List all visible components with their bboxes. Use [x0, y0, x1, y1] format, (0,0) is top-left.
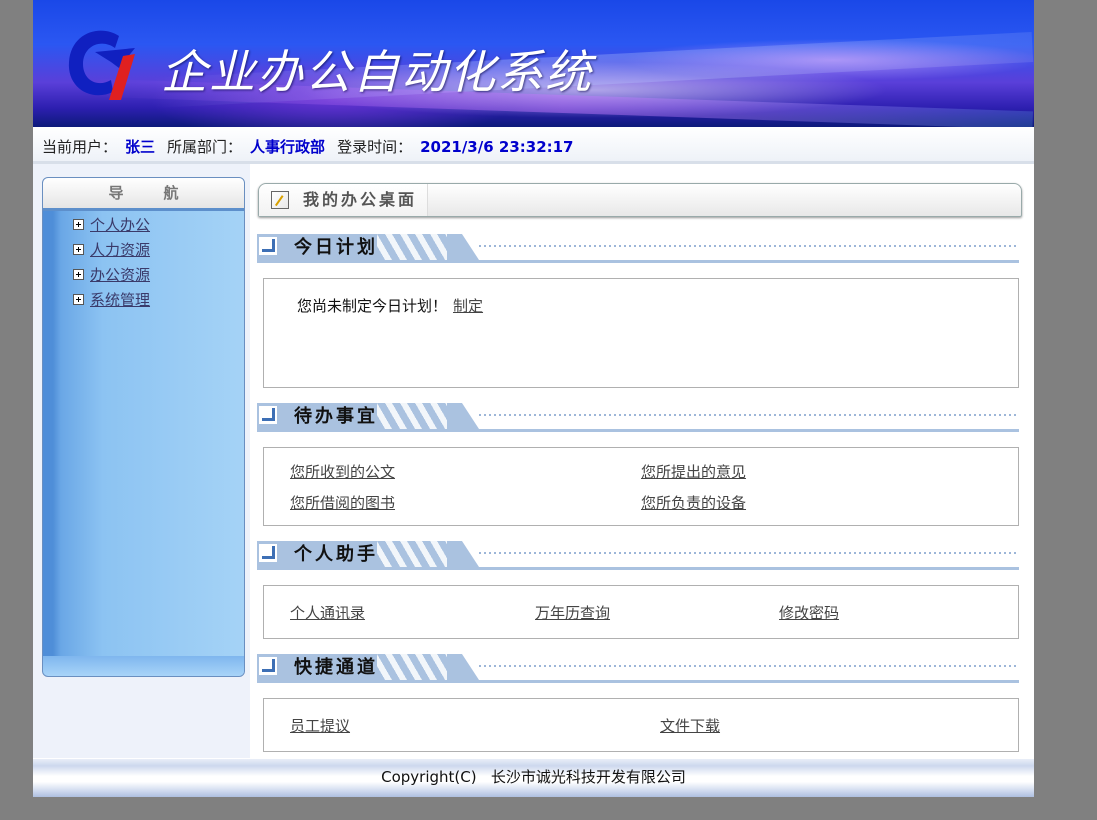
nav-item-human-resources[interactable]: 人力资源: [73, 238, 244, 263]
expand-plus-icon[interactable]: [73, 244, 84, 255]
department-value: 人事行政部: [250, 138, 326, 156]
section-title: 个人助手: [294, 544, 378, 565]
section-title: 今日计划: [294, 237, 378, 258]
section-stripes: [377, 654, 447, 680]
plan-message-text: 您尚未制定今日计划！: [297, 297, 448, 315]
expand-plus-icon[interactable]: [73, 269, 84, 280]
arrow-down-right-icon: [259, 544, 277, 562]
section-header-today-plan: 今日计划: [257, 234, 1019, 264]
arrow-down-right-icon: [259, 237, 277, 255]
page: 企业办公自动化系统 当前用户： 张三 所属部门： 人事行政部 登录时间： 2021/3/6…: [33, 0, 1034, 797]
borrowed-books-link[interactable]: 您所借阅的图书: [290, 492, 395, 513]
nav-link[interactable]: 系统管理: [90, 291, 150, 309]
dotted-line: [479, 414, 1019, 416]
nav-footer: [43, 656, 244, 676]
main-panel: 我的办公桌面 今日计划 您尚未制定今日计划！ 制定 待办事宜 您所收到的公文 您…: [250, 164, 1034, 758]
content-area: 导航 个人办公 人力资源 办公资源 系统管理 我的办公桌面 今日计划 您尚未制定…: [33, 164, 1034, 758]
edit-pencil-icon: [271, 191, 289, 209]
nav-link[interactable]: 办公资源: [90, 266, 150, 284]
current-user-value: 张三: [125, 138, 156, 156]
dotted-line: [479, 665, 1019, 667]
left-column: 导航 个人办公 人力资源 办公资源 系统管理: [33, 164, 250, 758]
todo-box: 您所收到的公文 您所提出的意见 您所借阅的图书 您所负责的设备: [263, 447, 1019, 526]
nav-item-office-resources[interactable]: 办公资源: [73, 263, 244, 288]
section-title: 快捷通道: [294, 657, 378, 678]
plan-message: 您尚未制定今日计划！ 制定: [297, 295, 483, 316]
nav-list: 个人办公 人力资源 办公资源 系统管理: [43, 211, 244, 313]
navigation-panel: 导航 个人办公 人力资源 办公资源 系统管理: [42, 177, 245, 677]
tab-my-desktop[interactable]: 我的办公桌面: [259, 184, 428, 216]
section-stripes: [377, 234, 447, 260]
section-header-assistant: 个人助手: [257, 541, 1019, 571]
section-underline: [257, 680, 1019, 683]
nav-link[interactable]: 人力资源: [90, 241, 150, 259]
dotted-line: [479, 552, 1019, 554]
file-download-link[interactable]: 文件下载: [660, 715, 720, 736]
employee-suggestion-link[interactable]: 员工提议: [290, 715, 350, 736]
dotted-line: [479, 245, 1019, 247]
department-label: 所属部门：: [167, 138, 243, 156]
section-underline: [257, 567, 1019, 570]
nav-title: 导航: [43, 178, 244, 211]
expand-plus-icon[interactable]: [73, 294, 84, 305]
nav-item-personal-office[interactable]: 个人办公: [73, 213, 244, 238]
section-header-todo: 待办事宜: [257, 403, 1019, 433]
nav-item-system-management[interactable]: 系统管理: [73, 288, 244, 313]
current-user-label: 当前用户：: [42, 138, 118, 156]
section-underline: [257, 260, 1019, 263]
received-documents-link[interactable]: 您所收到的公文: [290, 461, 395, 482]
section-title: 待办事宜: [294, 406, 378, 427]
nav-link[interactable]: 个人办公: [90, 216, 150, 234]
section-underline: [257, 429, 1019, 432]
login-time-label: 登录时间：: [337, 138, 413, 156]
user-info-bar: 当前用户： 张三 所属部门： 人事行政部 登录时间： 2021/3/6 23:32:17: [33, 127, 1034, 164]
section-stripes: [377, 541, 447, 567]
make-plan-link[interactable]: 制定: [453, 297, 483, 315]
section-header-shortcut: 快捷通道: [257, 654, 1019, 684]
assistant-box: 个人通讯录 万年历查询 修改密码: [263, 585, 1019, 639]
calendar-query-link[interactable]: 万年历查询: [535, 602, 610, 623]
shortcut-box: 员工提议 文件下载: [263, 698, 1019, 752]
address-book-link[interactable]: 个人通讯录: [290, 602, 365, 623]
company-logo-icon: [68, 30, 135, 100]
tab-label: 我的办公桌面: [303, 190, 418, 209]
login-time-value: 2021/3/6 23:32:17: [420, 138, 574, 156]
change-password-link[interactable]: 修改密码: [779, 602, 839, 623]
section-stripes: [377, 403, 447, 429]
arrow-down-right-icon: [259, 406, 277, 424]
site-title: 企业办公自动化系统: [161, 45, 593, 99]
today-plan-box: 您尚未制定今日计划！ 制定: [263, 278, 1019, 388]
copyright-text: Copyright(C) 长沙市诚光科技开发有限公司: [381, 768, 686, 786]
responsible-equipment-link[interactable]: 您所负责的设备: [641, 492, 746, 513]
submitted-opinions-link[interactable]: 您所提出的意见: [641, 461, 746, 482]
desk-tab-bar: 我的办公桌面: [258, 183, 1022, 217]
footer: Copyright(C) 长沙市诚光科技开发有限公司: [33, 759, 1034, 797]
header-banner: 企业办公自动化系统: [33, 0, 1034, 127]
arrow-down-right-icon: [259, 657, 277, 675]
expand-plus-icon[interactable]: [73, 219, 84, 230]
